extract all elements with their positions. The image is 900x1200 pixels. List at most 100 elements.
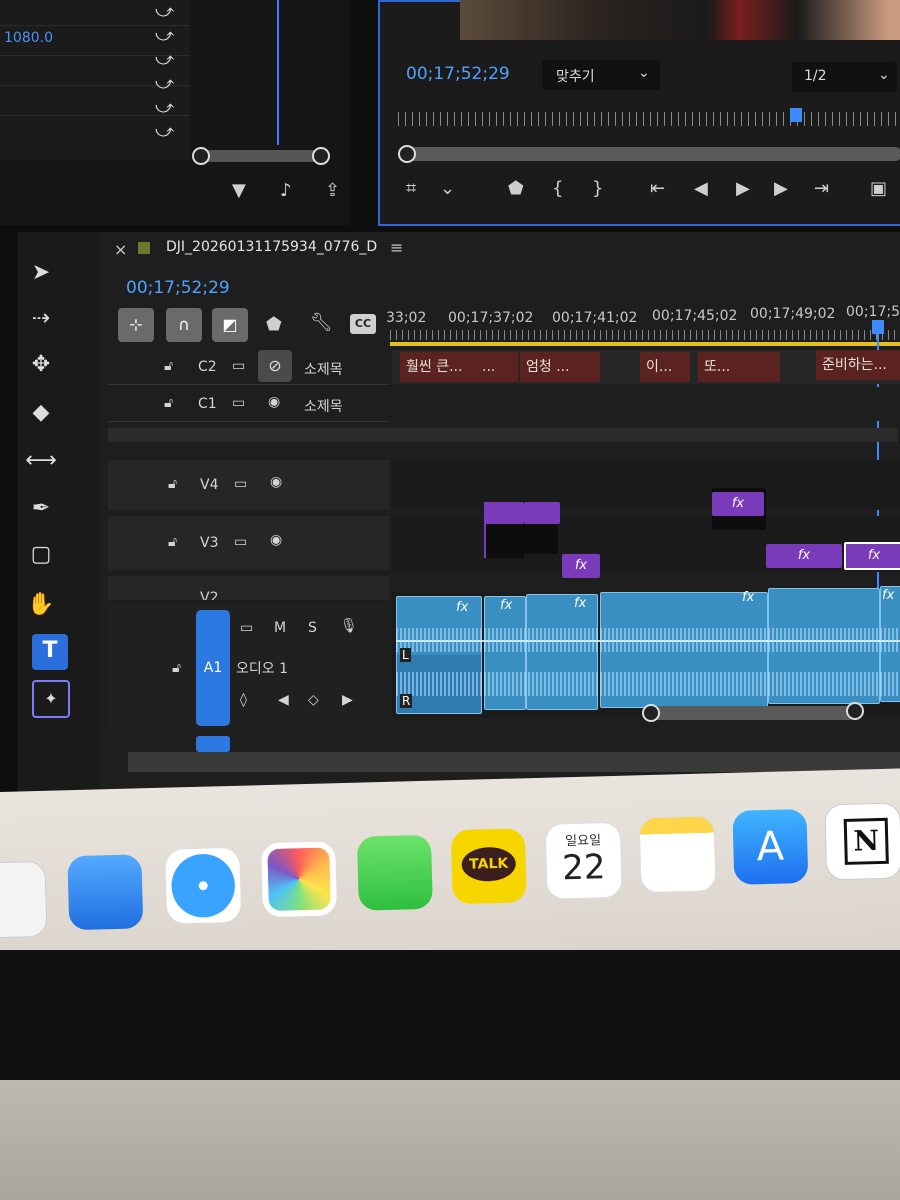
adjustment-clip[interactable] [484,502,524,524]
caption-clip[interactable]: 이... [640,352,690,382]
safe-margins-icon[interactable]: ⌗ [406,178,416,199]
program-timecode[interactable]: 00;17;52;29 [406,64,510,84]
timeline-scroll-bar[interactable] [642,702,864,722]
pen-tool-icon[interactable]: ✒ [24,492,58,526]
close-icon[interactable]: × [114,240,127,259]
track-target-a2[interactable] [196,736,230,752]
timeline-timecode[interactable]: 00;17;52;29 [126,278,230,298]
previous-keyframe-icon[interactable]: ◀ [278,692,289,708]
hand-tool-icon[interactable]: ✋ [24,588,58,622]
calendar-icon[interactable]: 일요일 22 [544,821,623,900]
app-store-icon[interactable]: A [732,808,809,885]
generative-tool-icon[interactable]: ✦ [32,680,70,718]
scroll-handle-left[interactable] [642,704,660,722]
add-marker-icon[interactable]: ⬟ [508,178,524,199]
caption-clip[interactable]: 훨씬 큰... [400,352,480,382]
go-to-in-icon[interactable]: ⇤ [650,178,665,199]
program-scroll-bar[interactable] [398,145,900,163]
step-back-icon[interactable]: ◀ [694,178,708,199]
scroll-handle-right[interactable] [846,702,864,720]
fx-badge[interactable]: fx [500,598,512,613]
eye-hidden-icon[interactable]: ⊘ [258,350,292,382]
solo-button[interactable]: S [308,620,317,636]
export-frame-icon[interactable]: ▣ [870,178,887,199]
program-ruler[interactable] [398,112,898,126]
filter-icon[interactable]: ▼ [232,180,246,201]
track-select-icon[interactable]: ⇢ [24,302,58,336]
lock-icon[interactable]: 🔓︎ [168,476,177,492]
rectangle-tool-icon[interactable]: ▢ [24,538,58,572]
linked-selection-icon[interactable]: ◩ [212,308,248,342]
slip-tool-icon[interactable]: ⟷ [24,444,58,478]
source-scroll-bar[interactable] [192,147,330,165]
mark-in-icon[interactable]: { [552,178,563,199]
caption-clip[interactable]: 엄청 ... [520,352,600,382]
work-area-bar[interactable] [390,342,900,346]
wrench-icon[interactable]: 🔧︎ [310,312,333,333]
go-to-out-icon[interactable]: ⇥ [814,178,829,199]
lock-icon[interactable]: 🔓︎ [172,660,181,676]
launchpad-icon[interactable] [0,860,48,939]
safari-icon[interactable] [165,847,242,924]
sync-lock-icon[interactable]: ▭ [234,534,247,550]
track-target-a1[interactable]: A1 [196,610,230,726]
chevron-down-icon[interactable]: ⌄ [440,178,455,199]
horizontal-zoom-bar[interactable] [128,752,900,772]
lock-icon[interactable]: 🔓︎ [164,395,173,411]
notes-icon[interactable] [638,815,717,894]
photos-icon[interactable] [261,841,338,918]
selection-tool-icon[interactable]: ➤ [24,256,58,290]
lock-icon[interactable]: 🔓︎ [168,534,177,550]
razor-tool-icon[interactable]: ◆ [24,396,58,430]
sync-lock-icon[interactable]: ▭ [232,395,245,411]
fx-badge[interactable]: fx [882,588,894,603]
eye-icon[interactable]: ◉ [268,394,280,410]
scroll-handle-right[interactable] [312,147,330,165]
adjustment-clip[interactable] [524,502,560,524]
export-icon[interactable]: ⇪ [325,180,340,201]
fx-badge[interactable]: fx [766,544,842,568]
timeline-ruler[interactable] [390,330,900,340]
mail-icon[interactable] [67,854,144,931]
add-marker-icon[interactable]: ⬟ [266,314,282,335]
fx-badge[interactable]: fx [742,590,754,605]
scroll-handle-left[interactable] [398,145,416,163]
playhead-marker[interactable] [790,108,802,122]
snap-icon[interactable]: ∩ [166,308,202,342]
fit-dropdown[interactable]: 맞추기 ⌄ [542,60,660,90]
mute-button[interactable]: M [274,620,286,636]
fx-badge[interactable]: fx [574,596,586,611]
panel-menu-icon[interactable]: ≡ [390,238,403,257]
voiceover-record-icon[interactable]: 🎙︎ [340,618,358,634]
sync-lock-icon[interactable]: ▭ [240,620,253,636]
lock-icon[interactable]: 🔓︎ [164,358,173,374]
eye-icon[interactable]: ◉ [270,474,282,490]
fx-badge[interactable]: fx [712,492,764,516]
fx-badge[interactable]: fx [456,600,468,615]
play-icon[interactable]: ▶ [736,178,750,199]
notion-icon[interactable]: N [824,802,900,881]
sync-lock-icon[interactable]: ▭ [232,358,245,374]
nest-button[interactable]: ⊹ [118,308,154,342]
sync-lock-icon[interactable]: ▭ [234,476,247,492]
ripple-edit-icon[interactable]: ✥ [24,348,58,382]
scroll-handle-left[interactable] [192,147,210,165]
caption-clip[interactable]: ... [476,352,518,382]
automate-icon[interactable]: ♪ [280,180,292,201]
step-forward-icon[interactable]: ▶ [774,178,788,199]
next-keyframe-icon[interactable]: ▶ [342,692,353,708]
captions-button[interactable]: CC [350,314,376,334]
sequence-name[interactable]: DJI_20260131175934_0776_D [166,239,377,255]
quality-dropdown[interactable]: 1/2 ⌄ [792,62,897,92]
caption-clip[interactable]: 준비하는... [816,350,900,380]
mark-out-icon[interactable]: } [592,178,603,199]
add-keyframe-icon[interactable]: ◇ [308,692,319,708]
kakaotalk-icon[interactable]: TALK [450,828,527,905]
fx-badge[interactable]: fx [562,554,600,578]
keyframe-icon[interactable]: ◊ [240,692,247,708]
eye-icon[interactable]: ◉ [270,532,282,548]
caption-clip[interactable]: 또... [698,352,780,382]
facetime-icon[interactable] [356,834,433,911]
type-tool-icon[interactable]: T [32,634,68,670]
fx-badge[interactable]: fx [844,542,900,570]
